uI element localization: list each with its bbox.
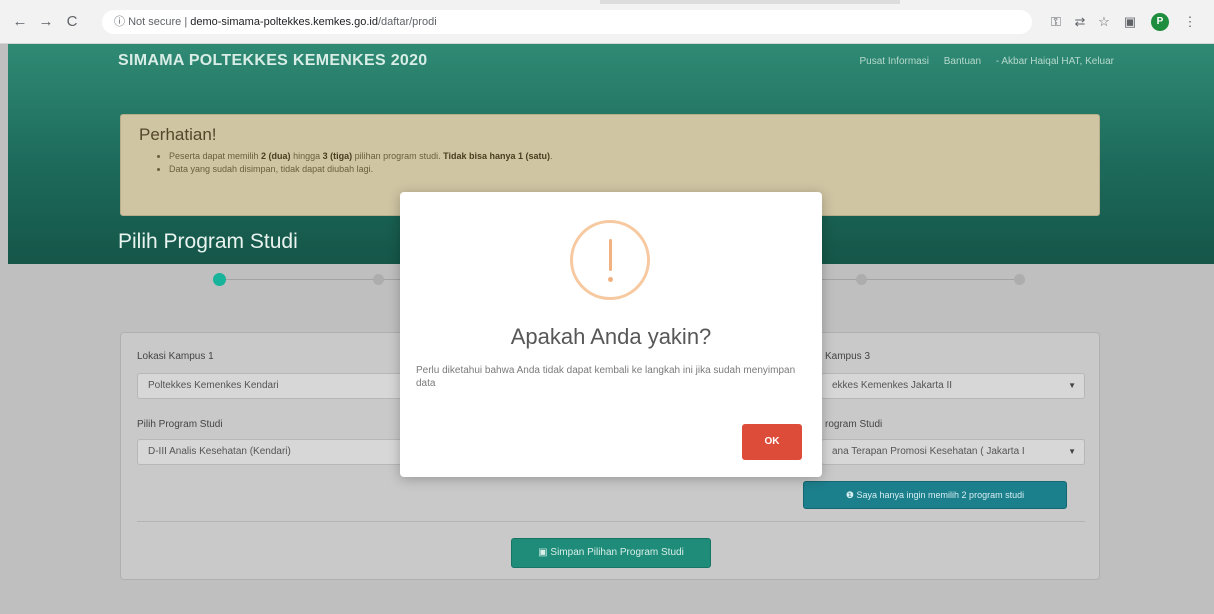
alert-item: Data yang sudah disimpan, tidak dapat di…	[169, 164, 1081, 174]
security-label: Not secure	[128, 16, 182, 28]
tab-strip	[600, 0, 900, 4]
program-studi-3-label: rogram Studi	[825, 419, 883, 430]
profile-avatar[interactable]: P	[1151, 13, 1169, 31]
forward-icon[interactable]: →	[36, 12, 56, 32]
extension-icon[interactable]: ▣	[1120, 12, 1140, 32]
url-host: demo-simama-poltekkes.kemkes.go.id	[190, 16, 378, 28]
dialog-title: Apakah Anda yakin?	[510, 324, 712, 349]
only-two-programs-button[interactable]: ❶ Saya hanya ingin memilih 2 program stu…	[803, 481, 1067, 509]
dialog-message: Perlu diketahui bahwa Anda tidak dapat k…	[416, 365, 796, 389]
form-divider	[137, 521, 1085, 522]
warning-icon	[570, 220, 650, 300]
key-icon[interactable]: ⚿	[1046, 12, 1066, 32]
nav-user-logout[interactable]: - Akbar Haiqal HAT, Keluar	[996, 56, 1114, 67]
step-6	[1014, 274, 1025, 285]
lokasi-kampus-3-label: Kampus 3	[825, 351, 871, 362]
alert-title: Perhatian!	[139, 125, 217, 144]
info-circle-icon: ❶	[845, 490, 854, 500]
brand-title[interactable]: SIMAMA POLTEKKES KEMENKES 2020	[118, 52, 428, 70]
reload-icon[interactable]: C	[62, 12, 82, 32]
alert-item: Peserta dapat memilih 2 (dua) hingga 3 (…	[169, 151, 1081, 161]
alert-list: Peserta dapat memilih 2 (dua) hingga 3 (…	[169, 151, 1081, 174]
url-path: /daftar/prodi	[377, 16, 437, 28]
chevron-down-icon: ▼	[1068, 447, 1076, 456]
page-title: Pilih Program Studi	[118, 230, 298, 253]
save-icon: ▣	[538, 547, 548, 558]
top-nav: Pusat Informasi Bantuan - Akbar Haiqal H…	[847, 56, 1114, 67]
save-program-button[interactable]: ▣ Simpan Pilihan Program Studi	[511, 538, 711, 568]
nav-pusat-informasi[interactable]: Pusat Informasi	[859, 56, 928, 67]
menu-icon[interactable]: ⋮	[1180, 12, 1200, 32]
lokasi-kampus-1-select[interactable]: Poltekkes Kemenkes Kendari	[137, 373, 407, 399]
address-bar[interactable]: ⓘ Not secure | demo-simama-poltekkes.kem…	[102, 10, 1032, 34]
step-2	[373, 274, 384, 285]
confirm-dialog: Apakah Anda yakin? Perlu diketahui bahwa…	[400, 192, 822, 477]
lokasi-kampus-1-label: Lokasi Kampus 1	[137, 351, 214, 362]
browser-toolbar: ← → C ⓘ Not secure | demo-simama-poltekk…	[0, 0, 1214, 44]
lokasi-kampus-3-select[interactable]: ekkes Kemenkes Jakarta II ▼	[821, 373, 1085, 399]
nav-bantuan[interactable]: Bantuan	[944, 56, 981, 67]
ok-button[interactable]: OK	[742, 424, 802, 460]
program-studi-1-label: Pilih Program Studi	[137, 419, 223, 430]
program-studi-1-select[interactable]: D-III Analis Kesehatan (Kendari)	[137, 439, 407, 465]
chevron-down-icon: ▼	[1068, 381, 1076, 390]
step-5	[856, 274, 867, 285]
star-icon[interactable]: ☆	[1094, 12, 1114, 32]
back-icon[interactable]: ←	[10, 12, 30, 32]
program-studi-3-select[interactable]: ana Terapan Promosi Kesehatan ( Jakarta …	[821, 439, 1085, 465]
step-1	[213, 273, 226, 286]
translate-icon[interactable]: ⇄	[1070, 12, 1090, 32]
info-icon[interactable]: ⓘ	[114, 16, 125, 28]
